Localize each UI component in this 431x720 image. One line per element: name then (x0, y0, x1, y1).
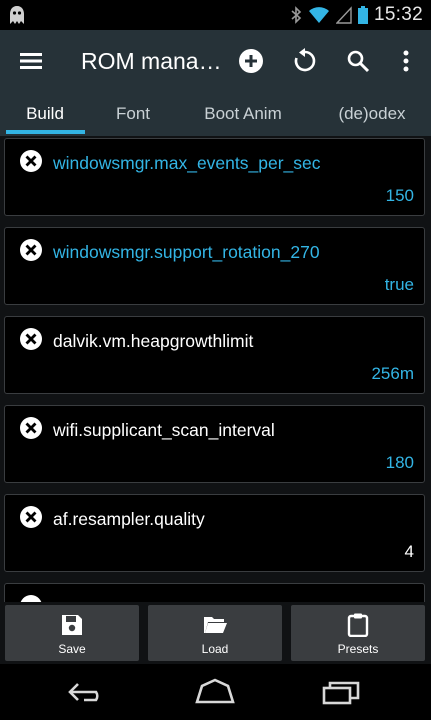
property-list[interactable]: windowsmgr.max_events_per_sec 150 window… (0, 136, 431, 602)
search-button[interactable] (343, 46, 373, 76)
property-card[interactable]: windowsmgr.max_events_per_sec 150 (4, 138, 425, 216)
battery-icon (357, 6, 368, 24)
load-label: Load (201, 642, 229, 656)
remove-icon[interactable] (19, 149, 43, 173)
presets-label: Presets (337, 642, 379, 656)
search-icon (347, 50, 370, 73)
save-button[interactable]: Save (5, 605, 139, 661)
tab-boot-anim[interactable]: Boot Anim (186, 92, 300, 136)
property-key: dalvik.vm.heapgrowthlimit (53, 331, 254, 351)
remove-icon[interactable] (19, 416, 43, 440)
property-value: 180 (385, 453, 414, 472)
tab-deodex[interactable]: (de)odex (322, 92, 422, 136)
wifi-icon (308, 7, 329, 23)
signal-icon (335, 6, 352, 24)
overflow-menu-button[interactable] (391, 46, 421, 76)
refresh-button[interactable] (290, 46, 320, 76)
property-value: true (384, 275, 414, 294)
tab-font[interactable]: Font (92, 92, 174, 136)
status-bar: 15:32 (0, 0, 431, 30)
status-time: 15:32 (373, 4, 423, 25)
property-value: 150 (385, 186, 414, 205)
property-key: af.resampler.quality (53, 509, 205, 529)
property-key: windowsmgr.max_events_per_sec (53, 153, 321, 173)
remove-icon[interactable] (19, 594, 43, 602)
action-bar: ROM mana… (0, 30, 431, 92)
property-key: wifi.supplicant_scan_interval (53, 420, 275, 440)
property-card[interactable]: wifi.supplicant_scan_interval 180 (4, 405, 425, 483)
system-nav-bar (0, 664, 431, 720)
save-icon (62, 615, 82, 635)
presets-button[interactable]: Presets (291, 605, 425, 661)
bottom-action-bar: Save Load Presets (0, 602, 431, 664)
recent-apps-icon[interactable] (320, 678, 364, 706)
remove-icon[interactable] (19, 505, 43, 529)
property-key: windowsmgr.support_rotation_270 (53, 242, 320, 262)
add-circle-icon (239, 49, 263, 73)
folder-open-icon (204, 617, 227, 633)
app-title: ROM mana… (81, 48, 222, 74)
refresh-icon (294, 48, 316, 72)
remove-icon[interactable] (19, 327, 43, 351)
property-card[interactable]: windowsmgr.support_rotation_270 true (4, 227, 425, 305)
more-vert-icon (403, 50, 409, 72)
clipboard-icon (347, 613, 369, 637)
active-tab-indicator (6, 130, 85, 134)
save-label: Save (58, 642, 86, 656)
add-button[interactable] (236, 46, 266, 76)
back-icon[interactable] (66, 678, 110, 706)
property-card[interactable]: af.resampler.quality 4 (4, 494, 425, 572)
ghost-app-icon (10, 6, 24, 24)
load-button[interactable]: Load (148, 605, 282, 661)
property-value: 4 (404, 542, 414, 561)
property-card-partial[interactable] (4, 583, 425, 602)
property-card[interactable]: dalvik.vm.heapgrowthlimit 256m (4, 316, 425, 394)
hamburger-menu-icon[interactable] (20, 50, 42, 72)
property-value: 256m (371, 364, 414, 383)
home-icon[interactable] (193, 678, 237, 706)
remove-icon[interactable] (19, 238, 43, 262)
bluetooth-icon (291, 6, 302, 24)
